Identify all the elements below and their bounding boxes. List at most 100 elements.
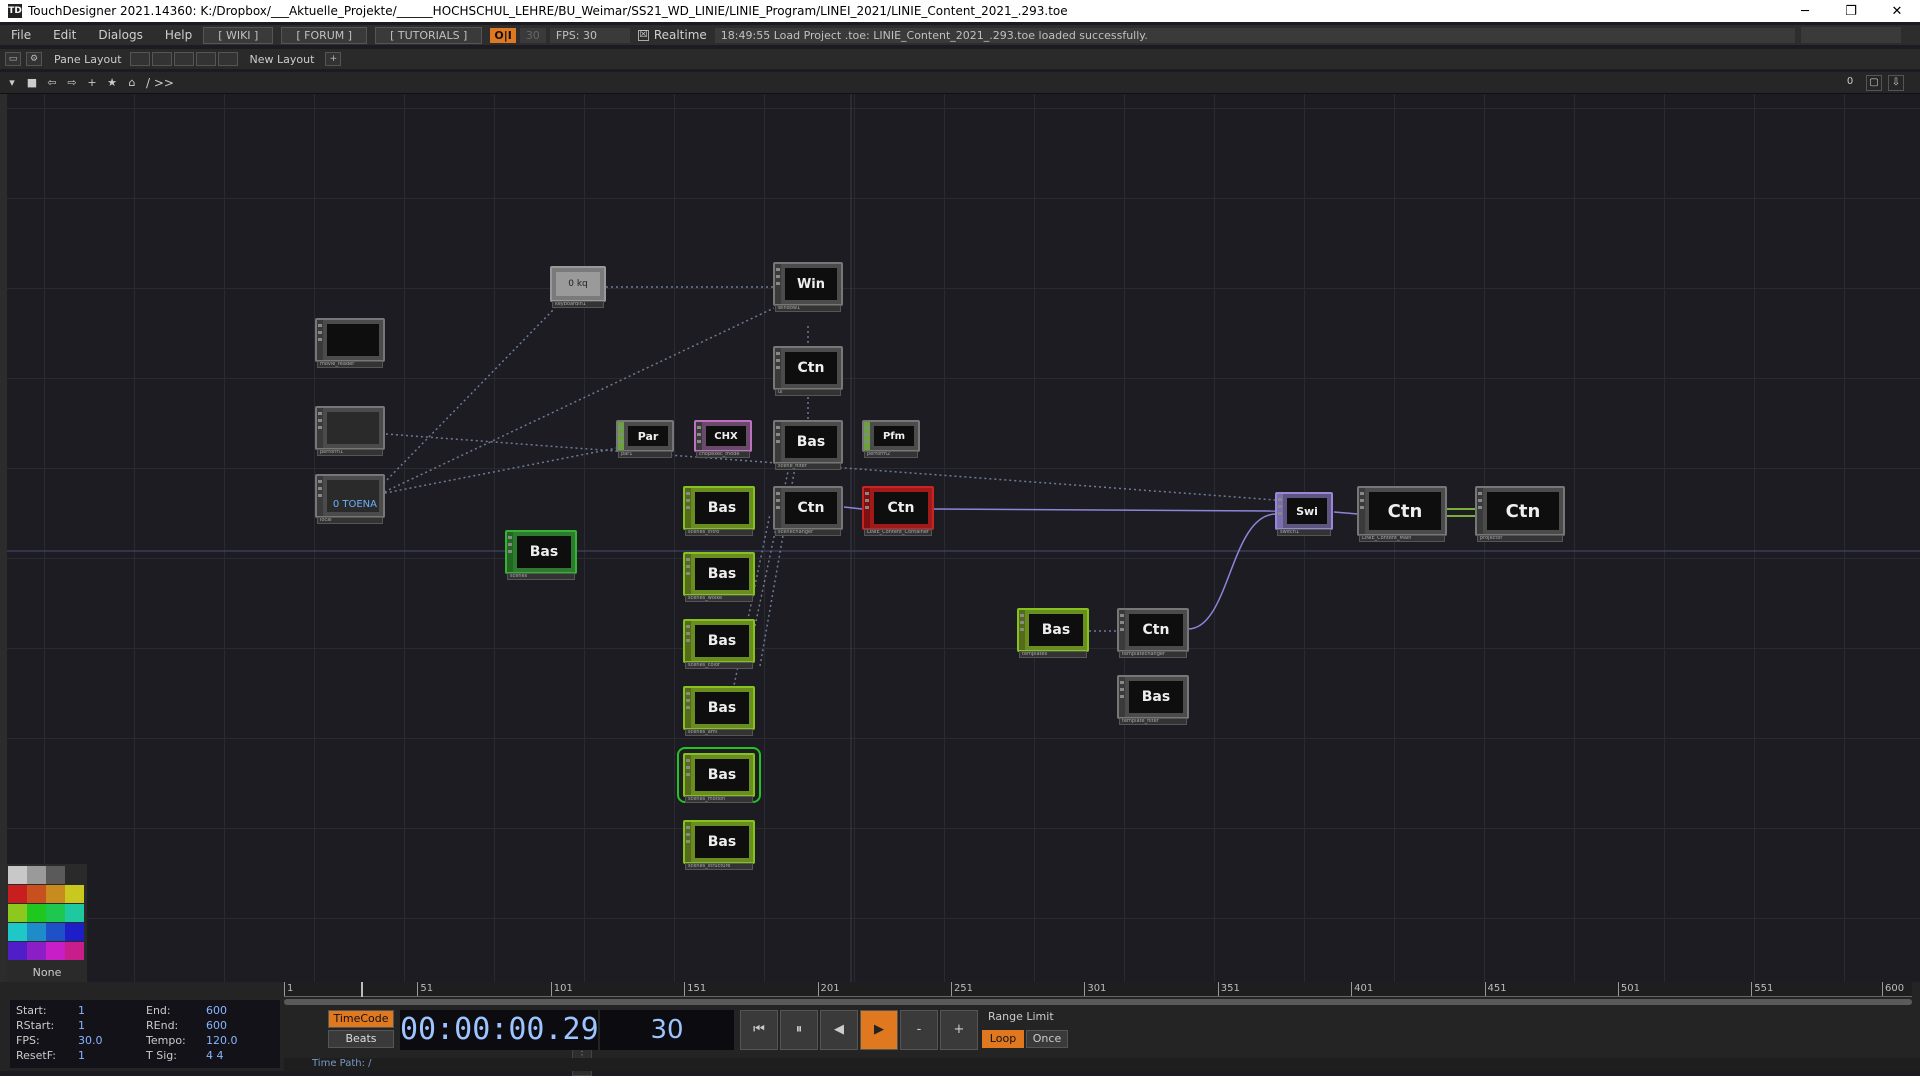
once-button[interactable]: Once [1026,1030,1068,1048]
maximize-pane-icon[interactable]: ▢ [1866,75,1882,91]
step-back-button[interactable]: ◀ [820,1010,858,1050]
layout-4-button[interactable] [195,52,216,66]
node-perform-chop[interactable]: Pfm perform2 [862,420,920,458]
info-value[interactable]: 1 [78,1049,85,1062]
info-value[interactable]: 120.0 [206,1034,238,1047]
palette-swatch[interactable] [27,942,46,960]
timeline-ruler[interactable]: 1 51 101 151 201 251 301 351 401 451 501 551 600 [284,982,1912,997]
forum-button[interactable]: [ FORUM ] [281,26,368,44]
node-window[interactable]: Win window1 [773,262,843,312]
tutorials-button[interactable]: [ TUTORIALS ] [375,26,483,44]
range-fill[interactable] [284,999,1912,1005]
info-value[interactable]: 600 [206,1019,227,1032]
palette-swatch[interactable] [65,866,84,884]
layout-5-button[interactable] [217,52,238,66]
playhead[interactable] [361,982,364,997]
palette-swatch[interactable] [65,942,84,960]
palette-swatch[interactable] [8,885,27,903]
layout-1-button[interactable] [129,52,150,66]
range-bar[interactable] [284,999,1912,1005]
palette-swatch[interactable] [8,904,27,922]
palette-swatch[interactable] [8,866,27,884]
layout-3-button[interactable] [173,52,194,66]
palette-swatch[interactable] [65,923,84,941]
palette-swatch[interactable] [46,904,65,922]
frame-display[interactable]: 30 [600,1010,734,1050]
menu-help[interactable]: Help [154,28,203,42]
palette-swatch[interactable] [46,923,65,941]
palette-swatch[interactable] [27,885,46,903]
node-local[interactable]: 0 TOENA local [315,474,385,524]
layout-2-button[interactable] [151,52,172,66]
palette-swatch[interactable] [27,904,46,922]
beats-mode-button[interactable]: Beats [328,1030,394,1048]
node-template-filter[interactable]: Bas template_filter [1117,675,1189,725]
stop-icon[interactable]: ■ [24,75,40,91]
loop-button[interactable]: Loop [982,1030,1024,1048]
info-value[interactable]: 30.0 [78,1034,103,1047]
node-movie-reader[interactable]: movie_reader [315,318,385,368]
minimize-button[interactable]: ─ [1782,4,1828,19]
node-scene-filter[interactable]: Bas scene_filter [773,420,843,470]
node-scenes-color[interactable]: Bas scenes_color [683,619,755,669]
node-scenes-wolke[interactable]: Bas scenes_wolke [683,552,755,602]
network-editor[interactable]: 0 kq keyboardin1 Win window1 Ctn ui movi… [0,94,1920,982]
palette-swatch[interactable] [46,885,65,903]
palette-swatch[interactable] [46,942,65,960]
palette-swatch[interactable] [27,866,46,884]
node-content-main[interactable]: Ctn LINIE_Content_Main [1357,486,1447,542]
menu-edit[interactable]: Edit [42,28,87,42]
node-scenes-ami[interactable]: Bas scenes_ami [683,686,755,736]
node-keyboardin[interactable]: 0 kq keyboardin1 [550,266,606,308]
node-projector[interactable]: Ctn projector [1475,486,1565,542]
node-perform[interactable]: perform1 [315,406,385,456]
node-scenes-intro[interactable]: Bas scenes_intro [683,486,755,536]
forward-arrow-icon[interactable]: ⇨ [64,75,80,91]
node-scenes-motion[interactable]: Bas scenes_motion [677,747,761,803]
wiki-button[interactable]: [ WIKI ] [203,26,274,44]
dropdown-icon[interactable]: ▾ [4,75,20,91]
faster-button[interactable]: + [940,1010,978,1050]
home-icon[interactable]: ⌂ [124,75,140,91]
slower-button[interactable]: - [900,1010,938,1050]
node-content-container[interactable]: Ctn LINIE_Content_Container [862,486,934,536]
node-par[interactable]: Par par1 [616,420,674,458]
pane-options-icon[interactable]: ⚙ [26,52,42,66]
node-scenechanger[interactable]: Ctn scenechanger [773,486,843,536]
pane-split-icon[interactable]: ▭ [5,52,21,66]
cook-fps-field[interactable]: 30 [519,27,546,43]
node-templatechanger[interactable]: Ctn templatechanger [1117,608,1189,658]
realtime-checkbox[interactable]: ☒ [637,29,649,41]
info-value[interactable]: 4 4 [206,1049,224,1062]
palette-swatch[interactable] [65,885,84,903]
palette-none-label[interactable]: None [7,966,87,979]
pause-button[interactable]: ⏸ [780,1010,818,1050]
palette-swatch[interactable] [8,923,27,941]
palette-swatch[interactable] [46,866,65,884]
palette-swatch[interactable] [27,923,46,941]
timecode-mode-button[interactable]: TimeCode [328,1010,394,1028]
palette-swatch[interactable] [65,904,84,922]
restore-button[interactable]: ❐ [1828,4,1874,19]
back-arrow-icon[interactable]: ⇦ [44,75,60,91]
node-switch[interactable]: Swi switch1 [1275,492,1333,536]
rewind-button[interactable]: ⏮ [740,1010,778,1050]
node-scenes[interactable]: Bas scenes [505,530,577,580]
network-path[interactable]: / >> [146,76,174,90]
node-templates[interactable]: Bas templates [1017,608,1089,658]
perform-mode-button[interactable]: O|I [490,27,516,43]
palette-swatch[interactable] [8,942,27,960]
menu-dialogs[interactable]: Dialogs [87,28,153,42]
node-chopexec[interactable]: CHX chopexec_mode [694,420,752,458]
add-icon[interactable]: + [84,75,100,91]
timecode-display[interactable]: 00:00:00.29 [400,1010,599,1050]
node-scenes-structure[interactable]: Bas scenes_structure [683,820,755,870]
menu-file[interactable]: File [0,28,42,42]
info-value[interactable]: 1 [78,1019,85,1032]
info-value[interactable]: 1 [78,1004,85,1017]
add-layout-button[interactable]: + [325,52,342,66]
download-icon[interactable]: ⇩ [1888,75,1904,91]
node-ui-container[interactable]: Ctn ui [773,346,843,396]
star-icon[interactable]: ★ [104,75,120,91]
left-scroll-strip[interactable] [0,94,7,982]
